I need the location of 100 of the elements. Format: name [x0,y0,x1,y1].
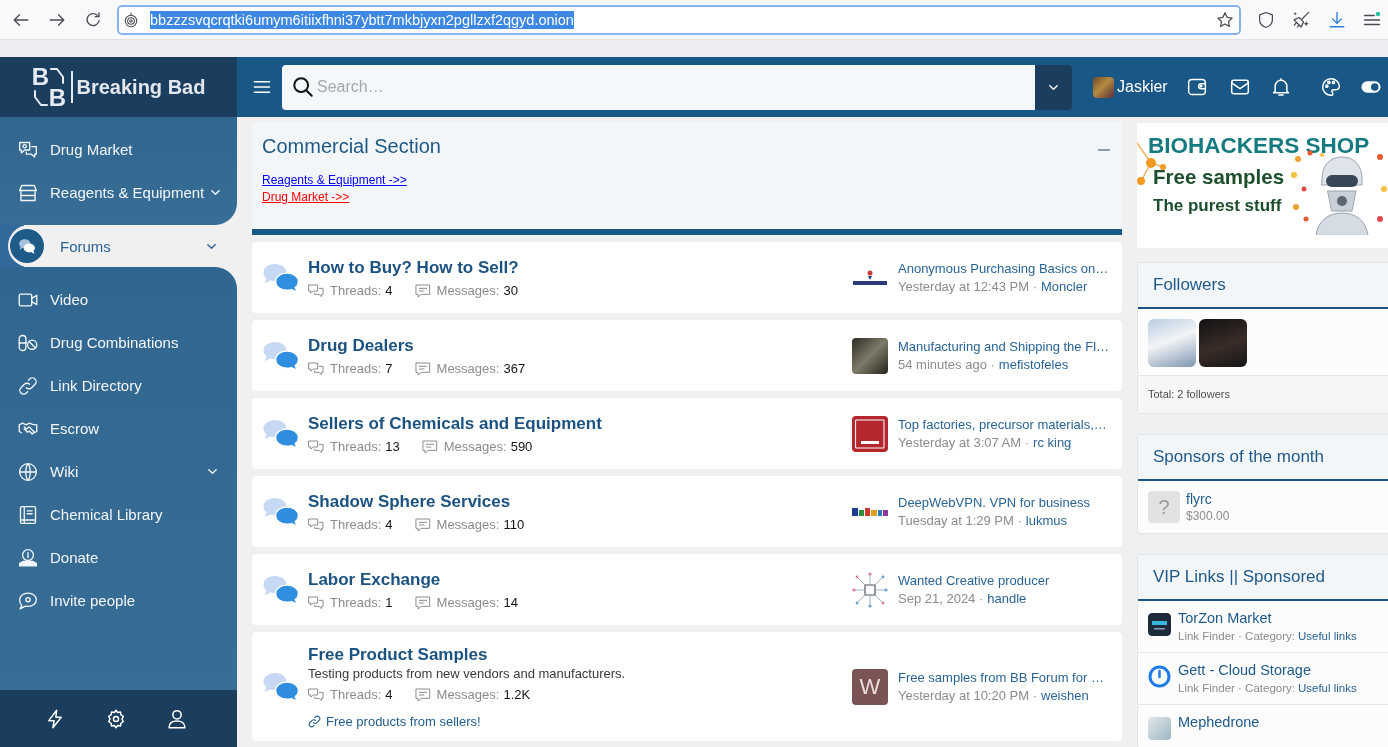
logo-icon[interactable] [1148,613,1171,636]
ad-banner[interactable]: BIOHACKERS SHOP Free samples The purest stuff [1137,123,1388,248]
post-time: 54 minutes ago · [898,355,995,374]
threads-count: 4 [385,516,393,533]
logo-icon[interactable] [852,505,888,518]
messages-label: Messages: [436,360,500,377]
address-bar[interactable]: bbzzzsvqcrqtki6umym6itiixfhni37ybtt7mkbjyxn2pgllzxf2qgyd.onion [117,4,1241,35]
sidebar-item[interactable]: Reagents & Equipment [0,171,237,214]
sponsor-name[interactable]: flyrc [1186,490,1212,508]
sidebar-item[interactable]: Escrow [0,407,237,450]
sidebar-item[interactable]: Wiki [0,450,237,493]
palette-icon[interactable] [1320,77,1341,97]
messages-count: 14 [503,594,518,611]
last-post-title[interactable]: DeepWebVPN. VPN for business [898,493,1090,512]
username-link[interactable]: mefistofeles [998,355,1069,374]
username-link[interactable]: weishen [1041,686,1089,705]
chat-bubbles-icon [262,340,300,371]
sidebar-item[interactable]: Chemical Library [0,493,237,536]
mail-icon[interactable] [1229,77,1250,97]
messages-label: Messages: [443,438,507,455]
section-link[interactable]: Reagents & Equipment ->> [262,172,407,189]
chat-bubbles-icon [262,262,300,293]
shield-icon[interactable] [1257,10,1275,29]
chat-bubbles-icon [308,360,324,377]
avatar-placeholder [1093,76,1114,98]
bell-icon[interactable] [1270,77,1291,97]
sidebar-item[interactable]: Drug Market [0,128,237,171]
last-post-title[interactable]: Manufacturing and Shipping the Fl… [898,337,1109,356]
menu-icon[interactable] [252,78,272,96]
sidebar-item[interactable]: Link Directory [0,364,237,407]
bolt-icon[interactable] [45,708,65,729]
messages-count: 30 [503,282,518,299]
sidebar-item[interactable]: Drug Combinations [0,321,237,364]
sidebar-item[interactable]: Donate [0,536,237,579]
panel-title: Followers [1138,263,1388,309]
link-name[interactable]: Mephedrone [1178,713,1260,732]
link-name[interactable]: TorZon Market [1178,609,1272,628]
chat-bubbles-icon [10,229,44,263]
user-avatar[interactable]: W [852,668,888,705]
wallet-icon[interactable] [1186,77,1207,97]
sidebar-item[interactable]: Invite people [0,579,237,622]
last-post-title[interactable]: Top factories, precursor materials,… [898,415,1107,434]
username-link[interactable]: Moncler [1041,277,1088,296]
forum-title[interactable]: Drug Dealers [308,334,414,356]
threads-count: 1 [385,594,393,611]
chat-bubbles-icon [308,594,324,611]
broom-icon[interactable] [1292,10,1311,29]
link-meta: Link Finder · Category: [1178,681,1295,696]
chat-bubbles-icon [262,418,300,449]
network-icon[interactable] [852,571,888,608]
logo-icon[interactable] [852,269,888,286]
followers-total: Total: 2 followers [1138,375,1388,413]
category-link[interactable]: Useful links [1297,680,1357,697]
forum-title[interactable]: How to Buy? How to Sell? [308,256,519,278]
book-icon [18,504,38,525]
username-link[interactable]: handle [987,589,1027,608]
user-link[interactable]: Jaskier [1093,76,1168,98]
panel-title: VIP Links || Sponsored [1138,555,1388,601]
section-link[interactable]: Drug Market ->> [262,189,350,206]
threads-label: Threads: [330,594,382,611]
logo-text: Breaking Bad [76,75,206,99]
link-icon [308,715,321,728]
chat-bubbles-icon [308,516,324,533]
message-icon [414,282,431,299]
chevron-icon[interactable] [207,466,218,477]
forum-link[interactable]: Free products from sellers! [308,714,481,729]
messages-count: 110 [503,516,525,533]
user-icon[interactable] [167,708,187,729]
message-icon [421,438,438,455]
messages-count: 1.2K [503,687,531,703]
post-time: Sep 21, 2024 · [898,589,984,608]
ring-icon[interactable] [1148,665,1171,688]
link-meta: Link Finder · Category: [1178,629,1295,644]
chevron-icon[interactable] [210,187,222,198]
search-field[interactable]: Search… [282,64,1035,110]
star-icon[interactable] [1216,10,1234,29]
chat-bubbles-icon [18,139,38,160]
settings-icon[interactable] [106,708,126,729]
link-name[interactable]: Gett - Cloud Storage [1178,661,1311,680]
forum-title[interactable]: Sellers of Chemicals and Equipment [308,412,602,434]
threads-count: 4 [385,282,393,299]
forum-title[interactable]: Shadow Sphere Services [308,490,511,512]
username-link[interactable]: lukmus [1025,511,1067,530]
download-icon[interactable] [1328,10,1346,29]
last-post-title[interactable]: Free samples from BB Forum for … [898,668,1104,687]
username-link[interactable]: rc king [1033,433,1072,452]
chat-bubbles-icon [308,282,324,299]
logo-icon[interactable] [852,415,888,452]
messages-label: Messages: [436,516,500,533]
last-post-title[interactable]: Wanted Creative producer [898,571,1050,590]
photo-placeholder[interactable] [852,337,888,374]
forum-title[interactable]: Labor Exchange [308,568,441,590]
threads-label: Threads: [330,360,382,377]
last-post-title[interactable]: Anonymous Purchasing Basics on… [898,259,1109,278]
reload-icon[interactable] [84,10,102,29]
threads-label: Threads: [330,438,382,455]
forum-title[interactable]: Free Product Samples [308,644,488,665]
sidebar-item[interactable]: Video [0,278,237,321]
category-link[interactable]: Useful links [1297,628,1357,645]
threads-count: 13 [385,438,400,455]
